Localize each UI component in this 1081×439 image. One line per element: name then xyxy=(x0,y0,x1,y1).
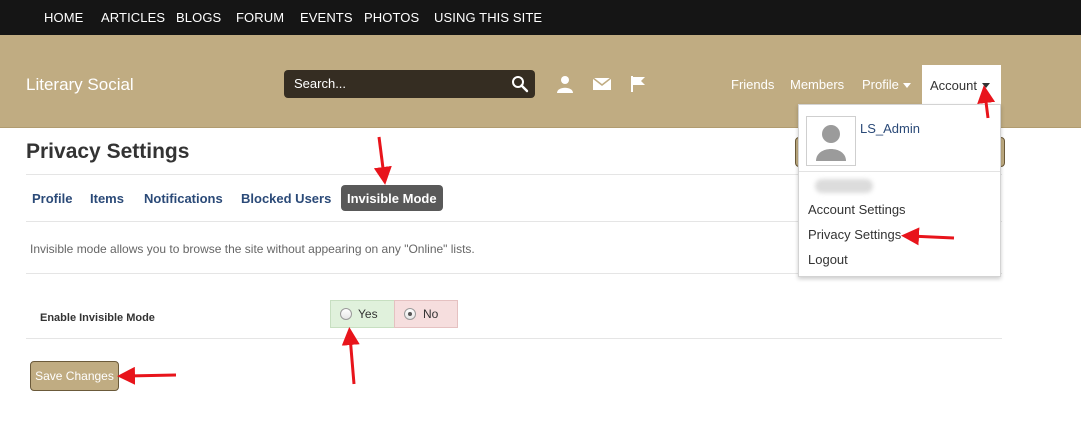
nav-using-this-site[interactable]: USING THIS SITE xyxy=(434,10,542,25)
invisible-mode-description: Invisible mode allows you to browse the … xyxy=(30,242,475,256)
friends-link[interactable]: Friends xyxy=(731,77,774,92)
enable-invisible-mode-label: Enable Invisible Mode xyxy=(40,312,155,324)
profile-menu[interactable]: Profile xyxy=(862,77,911,92)
nav-events[interactable]: EVENTS xyxy=(300,10,353,25)
option-no-label: No xyxy=(423,307,439,321)
tab-invisible-mode[interactable]: Invisible Mode xyxy=(341,185,443,211)
redacted-text xyxy=(815,179,873,193)
arrow-to-yes-option xyxy=(341,327,360,385)
nav-articles[interactable]: ARTICLES xyxy=(101,10,165,25)
caret-down-icon xyxy=(902,83,911,89)
top-navigation: HOME ARTICLES BLOGS FORUM EVENTS PHOTOS … xyxy=(0,0,1081,35)
search-icon[interactable] xyxy=(511,75,529,93)
option-no[interactable]: No xyxy=(394,300,458,328)
page-title: Privacy Settings xyxy=(26,140,190,163)
menu-logout[interactable]: Logout xyxy=(808,252,848,267)
site-brand[interactable]: Literary Social xyxy=(26,75,134,95)
members-link[interactable]: Members xyxy=(790,77,844,92)
search-placeholder: Search... xyxy=(294,76,347,91)
menu-privacy-settings[interactable]: Privacy Settings xyxy=(808,227,901,242)
avatar[interactable] xyxy=(806,116,856,166)
nav-photos[interactable]: PHOTOS xyxy=(364,10,419,25)
search-input[interactable]: Search... xyxy=(284,70,535,98)
account-menu[interactable]: Account xyxy=(922,65,1001,107)
divider xyxy=(799,171,1000,172)
flag-icon[interactable] xyxy=(628,74,648,94)
avatar-placeholder-icon xyxy=(816,125,846,161)
nav-blogs[interactable]: BLOGS xyxy=(176,10,221,25)
tab-notifications[interactable]: Notifications xyxy=(144,191,223,206)
save-changes-button[interactable]: Save Changes xyxy=(30,361,119,391)
option-yes-label: Yes xyxy=(358,307,378,321)
arrow-to-save-button xyxy=(117,366,177,385)
caret-down-icon xyxy=(982,83,990,88)
user-icon[interactable] xyxy=(555,74,575,94)
tab-blocked-users[interactable]: Blocked Users xyxy=(241,191,331,206)
tab-profile[interactable]: Profile xyxy=(32,191,72,206)
radio-yes[interactable] xyxy=(340,308,352,320)
account-dropdown: LS_Admin Account Settings Privacy Settin… xyxy=(798,104,1001,277)
tab-items[interactable]: Items xyxy=(90,191,124,206)
option-yes[interactable]: Yes xyxy=(330,300,395,328)
divider xyxy=(26,338,1002,339)
radio-no[interactable] xyxy=(404,308,416,320)
nav-home[interactable]: HOME xyxy=(44,10,83,25)
username-link[interactable]: LS_Admin xyxy=(860,121,920,136)
envelope-icon[interactable] xyxy=(592,74,612,94)
account-menu-label: Account xyxy=(930,78,977,93)
menu-account-settings[interactable]: Account Settings xyxy=(808,202,906,217)
profile-menu-label: Profile xyxy=(862,77,899,92)
arrow-to-invisible-tab xyxy=(373,136,392,185)
nav-forum[interactable]: FORUM xyxy=(236,10,284,25)
